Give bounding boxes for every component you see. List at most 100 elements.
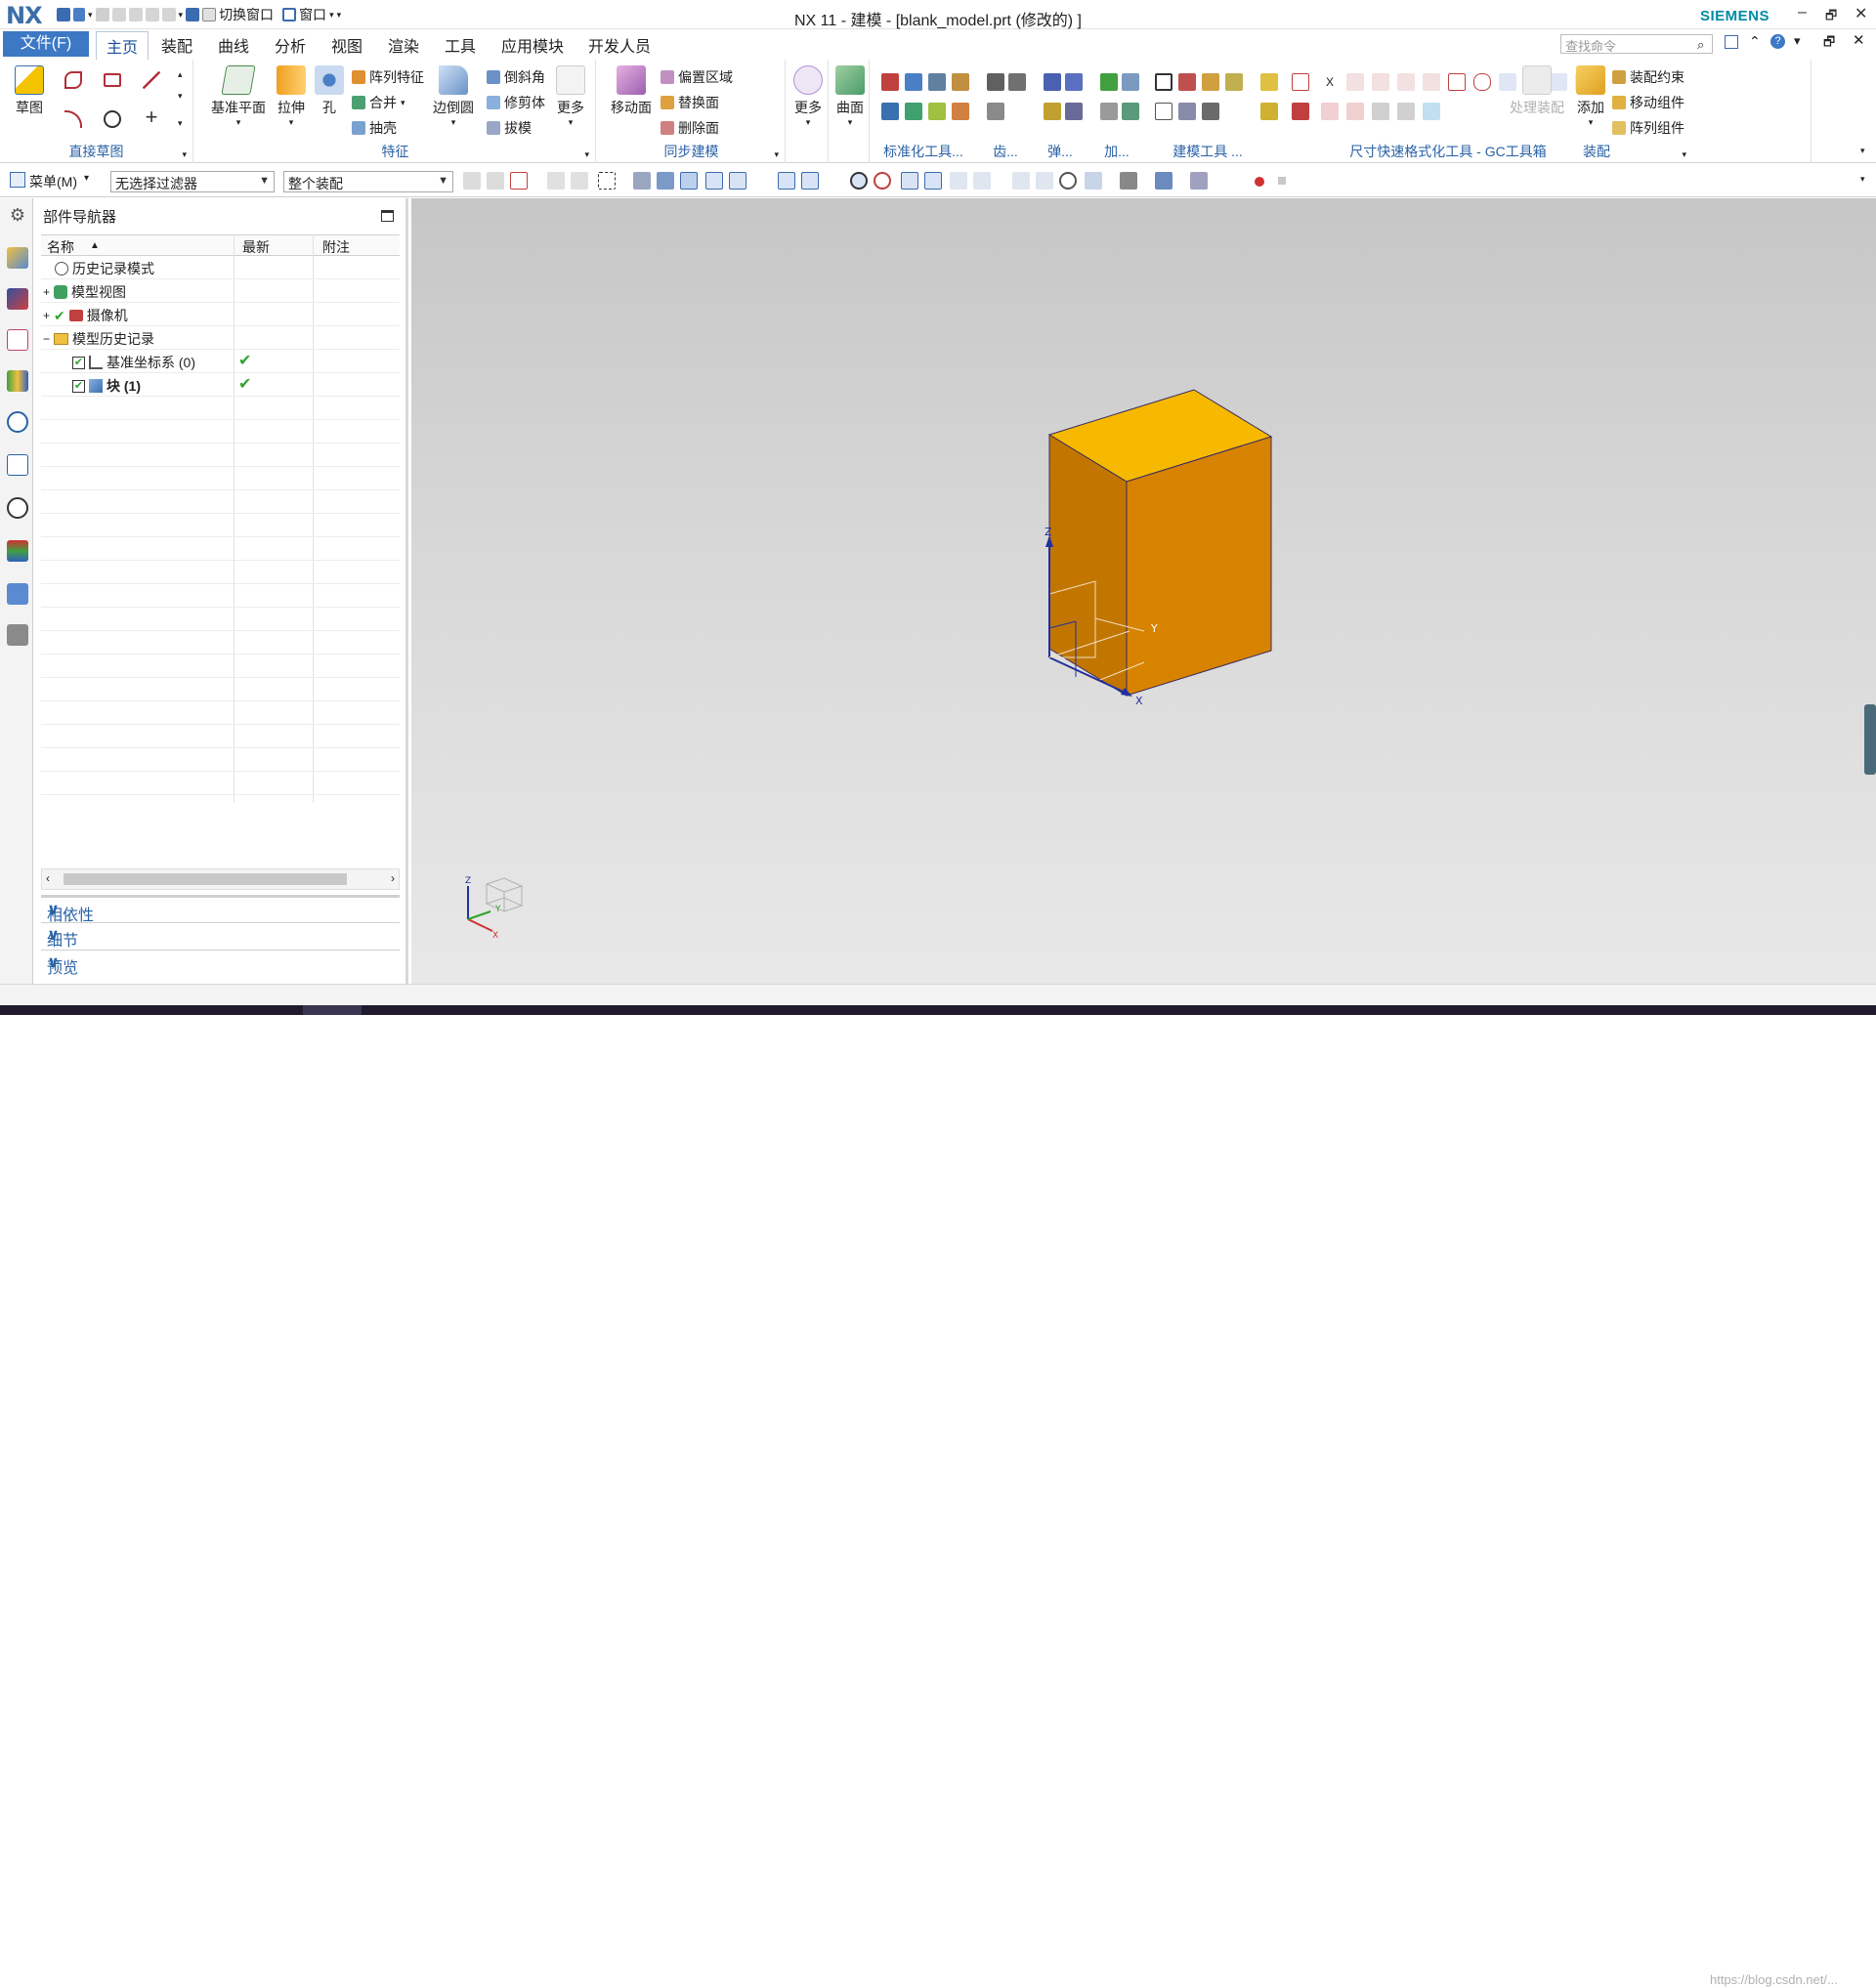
- trim-body-button[interactable]: 修剪体: [487, 93, 545, 112]
- sketch-more-icon[interactable]: ▾: [178, 118, 183, 129]
- expand-icon[interactable]: +: [43, 285, 50, 299]
- delete-face-button[interactable]: 删除面: [661, 118, 719, 138]
- minimize-button[interactable]: –: [1798, 4, 1807, 21]
- sketch-scroll-up-icon[interactable]: ▴: [178, 69, 183, 80]
- process-assembly-button[interactable]: 处理装配: [1507, 65, 1567, 117]
- snap-perpendicular-icon[interactable]: [827, 172, 844, 190]
- tree-row-block[interactable]: ✔ 块 (1) ✔: [41, 373, 400, 397]
- pattern-feature-button[interactable]: 阵列特征: [352, 67, 424, 87]
- gc-tool-icon-6[interactable]: [1372, 73, 1389, 91]
- record-icon[interactable]: [1255, 177, 1264, 187]
- scroll-right-icon[interactable]: ›: [391, 871, 395, 885]
- right-edge-handle[interactable]: [1864, 704, 1876, 775]
- view-zoom-icon[interactable]: [1036, 172, 1053, 190]
- resource-bar-icon[interactable]: [1725, 35, 1738, 49]
- tree-row-model-history[interactable]: − 模型历史记录: [41, 326, 400, 350]
- group-expand-icon[interactable]: ▾: [584, 149, 589, 160]
- checkbox-checked-icon[interactable]: ✔: [72, 379, 85, 393]
- preview-panel[interactable]: 预览 ∨: [41, 950, 400, 977]
- surface-button[interactable]: 曲面 ▾: [832, 65, 868, 128]
- hd3d-icon[interactable]: [7, 411, 28, 433]
- stop-icon[interactable]: [1278, 177, 1286, 185]
- offset-region-button[interactable]: 偏置区域: [661, 67, 733, 87]
- sync-more-button[interactable]: 更多 ▾: [789, 65, 827, 128]
- snap-on-curve-icon[interactable]: [924, 172, 942, 190]
- snap-quadrant-icon[interactable]: [874, 172, 891, 190]
- group-expand-icon[interactable]: ▾: [774, 149, 779, 160]
- sketch-scroll-down-icon[interactable]: ▾: [178, 91, 183, 102]
- machining-tool-icon-3[interactable]: [1100, 103, 1118, 120]
- draft-button[interactable]: 拔模: [487, 118, 532, 138]
- gc-tool-icon-5[interactable]: [1346, 73, 1364, 91]
- machining-tool-icon-1[interactable]: [1100, 73, 1118, 91]
- restore-button[interactable]: 🗗: [1825, 7, 1837, 28]
- snap-icon-6[interactable]: [633, 172, 651, 190]
- modeling-tool-icon-5[interactable]: [1155, 103, 1172, 120]
- menu-dropdown-icon[interactable]: ▾: [84, 173, 89, 184]
- machining-tool-icon-4[interactable]: [1122, 103, 1139, 120]
- machining-tool-icon-2[interactable]: [1122, 73, 1139, 91]
- group-expand-icon[interactable]: ▾: [182, 149, 187, 160]
- datum-plane-button[interactable]: 基准平面 ▾: [207, 65, 270, 128]
- tab-applications[interactable]: 应用模块: [501, 33, 564, 57]
- snap-icon-4[interactable]: [547, 172, 565, 190]
- edge-blend-button[interactable]: 边倒圆 ▾: [430, 65, 477, 128]
- dependencies-panel[interactable]: 相依性 ∨: [41, 895, 400, 924]
- gc-tool-icon-1[interactable]: [1260, 73, 1278, 91]
- gc-x-icon[interactable]: X: [1321, 73, 1339, 91]
- std-tool-icon-1[interactable]: [881, 73, 899, 91]
- spring-tool-icon-2[interactable]: [1065, 73, 1083, 91]
- std-tool-icon-2[interactable]: [905, 73, 922, 91]
- constraint-navigator-icon[interactable]: [7, 288, 28, 310]
- palette-icon[interactable]: [7, 540, 28, 562]
- std-tool-icon-4[interactable]: [952, 73, 969, 91]
- doc-close-icon[interactable]: ✕: [1853, 31, 1865, 49]
- gear-tool-icon-2[interactable]: [1008, 73, 1026, 91]
- web-browser-icon[interactable]: [7, 454, 28, 476]
- shell-button[interactable]: 抽壳: [352, 118, 397, 138]
- std-tool-icon-8[interactable]: [952, 103, 969, 120]
- tree-row-datum-csys[interactable]: ✔ 基准坐标系 (0) ✔: [41, 350, 400, 373]
- scrollbar-thumb[interactable]: [64, 873, 347, 885]
- gear-tool-icon-1[interactable]: [987, 73, 1004, 91]
- snap-face-icon[interactable]: [950, 172, 967, 190]
- gc-tool-icon-15[interactable]: [1321, 103, 1339, 120]
- column-latest[interactable]: 最新: [242, 237, 270, 257]
- assembly-navigator-icon[interactable]: [7, 247, 28, 269]
- reuse-library-icon[interactable]: [7, 370, 28, 392]
- pattern-component-button[interactable]: 阵列组件: [1612, 118, 1684, 138]
- move-face-button[interactable]: 移动面: [608, 65, 655, 117]
- gc-tool-icon-9[interactable]: [1448, 73, 1466, 91]
- replace-face-button[interactable]: 替换面: [661, 93, 719, 112]
- std-tool-icon-3[interactable]: [928, 73, 946, 91]
- toolbar-options-icon[interactable]: ▾: [1860, 174, 1865, 185]
- tab-tools[interactable]: 工具: [445, 33, 476, 57]
- help-dropdown-icon[interactable]: ▾: [1794, 33, 1801, 49]
- process-studio-icon[interactable]: [7, 583, 28, 605]
- view-rotate-icon[interactable]: [1059, 172, 1077, 190]
- view-orient-icon[interactable]: [1085, 172, 1102, 190]
- tree-row-history-mode[interactable]: 历史记录模式: [41, 256, 400, 279]
- hole-button[interactable]: 孔: [313, 65, 346, 117]
- block-side-face[interactable]: [1126, 436, 1272, 697]
- menu-button[interactable]: 菜单(M): [29, 172, 77, 191]
- modeling-tool-icon-7[interactable]: [1202, 103, 1219, 120]
- history-icon[interactable]: [7, 497, 28, 519]
- add-component-button[interactable]: 添加 ▾: [1573, 65, 1608, 128]
- move-component-button[interactable]: 移动组件: [1612, 93, 1684, 112]
- file-menu-tab[interactable]: 文件(F): [3, 31, 89, 57]
- search-icon[interactable]: ⌕: [1697, 37, 1704, 53]
- column-notes[interactable]: 附注: [322, 237, 350, 257]
- circle-icon[interactable]: [104, 110, 121, 128]
- snap-icon-7[interactable]: [657, 172, 674, 190]
- part-navigator-icon[interactable]: [7, 329, 28, 351]
- tab-analysis[interactable]: 分析: [275, 33, 306, 57]
- profile-icon[interactable]: [64, 71, 82, 89]
- spring-tool-icon-3[interactable]: [1044, 103, 1061, 120]
- gc-tool-icon-4[interactable]: [1292, 103, 1309, 120]
- details-panel[interactable]: 细节 ∨: [41, 922, 400, 950]
- arc-icon[interactable]: [64, 110, 82, 128]
- std-tool-icon-5[interactable]: [881, 103, 899, 120]
- gc-tool-icon-2[interactable]: [1260, 103, 1278, 120]
- snap-intersection-icon[interactable]: [778, 172, 795, 190]
